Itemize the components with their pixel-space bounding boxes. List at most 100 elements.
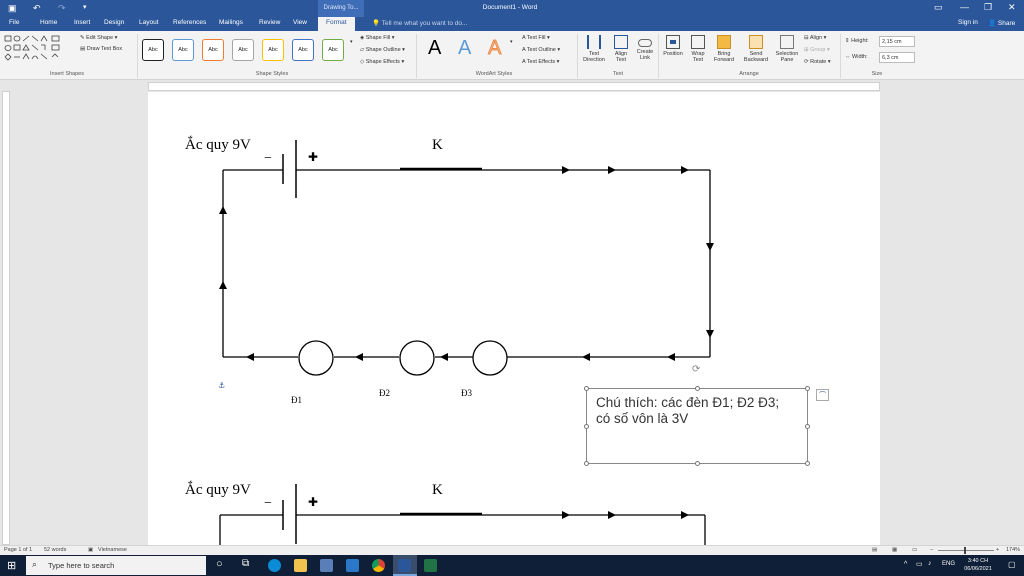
page-count[interactable]: Page 1 of 1 (4, 547, 32, 553)
layout-options-icon[interactable]: ⌒ (816, 389, 829, 401)
tab-review[interactable]: Review (259, 19, 280, 26)
tab-mailings[interactable]: Mailings (219, 19, 243, 26)
edit-shape-button[interactable]: ✎ Edit Shape ▾ (80, 35, 117, 41)
shape-style-swatch-green[interactable]: Abc (322, 39, 344, 61)
shape-fill-button[interactable]: ◈ Shape Fill ▾ (360, 35, 395, 41)
ribbon-display-icon[interactable]: ▭ (934, 2, 943, 13)
resize-handle[interactable] (584, 461, 589, 466)
taskbar-search[interactable]: ⌕ Type here to search (26, 556, 206, 575)
resize-handle[interactable] (584, 424, 589, 429)
save-icon[interactable]: ▣ (8, 3, 17, 14)
sign-in-link[interactable]: Sign in (958, 19, 978, 26)
position-button[interactable]: Position (660, 35, 686, 57)
read-mode-icon[interactable]: ▤ (872, 547, 877, 553)
wrap-text-button[interactable]: Wrap Text (686, 35, 710, 63)
resize-handle[interactable] (805, 461, 810, 466)
taskbar-clock[interactable]: 3:40 CH 06/06/2021 (958, 557, 998, 573)
excel-icon[interactable] (424, 559, 437, 572)
notifications-icon[interactable]: ▢ (1008, 560, 1016, 569)
tab-home[interactable]: Home (40, 19, 57, 26)
height-input[interactable]: 2,15 cm (879, 36, 915, 47)
task-view-icon[interactable]: ⧉ (242, 558, 249, 569)
document-page[interactable]: ⚓ Ắc quy 9V K − ✚ Đ1 Đ2 Đ3 Ắc quy 9V K −… (148, 92, 880, 545)
align-text-button[interactable]: Align Text (610, 35, 632, 63)
input-language[interactable]: ENG (942, 561, 955, 567)
undo-icon[interactable]: ↶ (33, 3, 41, 14)
print-layout-icon[interactable]: ▦ (892, 547, 897, 553)
tab-format[interactable]: Format (318, 17, 355, 31)
gallery-more-icon[interactable]: ▾ (350, 39, 353, 45)
store-icon[interactable] (320, 559, 333, 572)
send-backward-label: Send Backward (743, 51, 769, 63)
wordart-style-blue[interactable]: A (458, 37, 471, 60)
shape-style-swatch-black[interactable]: Abc (142, 39, 164, 61)
rotate-button[interactable]: ⟳ Rotate ▾ (804, 59, 831, 65)
mail-icon[interactable] (346, 559, 359, 572)
zoom-in-icon[interactable]: + (996, 547, 999, 553)
wordart-style-black[interactable]: A (428, 37, 441, 60)
tab-references[interactable]: References (173, 19, 206, 26)
horizontal-ruler[interactable] (148, 82, 880, 91)
caption-text[interactable]: Chú thích: các đèn Đ1; Đ2 Đ3; có số vôn … (596, 395, 796, 427)
text-fill-button[interactable]: A Text Fill ▾ (522, 35, 550, 41)
resize-handle[interactable] (805, 386, 810, 391)
wordart-style-orange[interactable]: A (488, 37, 502, 60)
draw-text-box-button[interactable]: ▤ Draw Text Box (80, 46, 122, 52)
caption-text-box[interactable]: Chú thích: các đèn Đ1; Đ2 Đ3; có số vôn … (584, 386, 810, 466)
shape-style-swatch-orange[interactable]: Abc (202, 39, 224, 61)
bring-forward-button[interactable]: Bring Forward (710, 35, 738, 63)
tab-file[interactable]: File (9, 19, 19, 26)
shape-outline-button[interactable]: ▱ Shape Outline ▾ (360, 47, 405, 53)
shape-effects-button[interactable]: ◇ Shape Effects ▾ (360, 59, 404, 65)
text-outline-button[interactable]: A Text Outline ▾ (522, 47, 560, 53)
restore-icon[interactable]: ❐ (984, 2, 992, 13)
share-button[interactable]: 👤 Share (988, 19, 1015, 27)
text-direction-button[interactable]: Text Direction (580, 35, 608, 63)
word-count[interactable]: 52 words (44, 547, 66, 553)
text-effects-button[interactable]: A Text Effects ▾ (522, 59, 559, 65)
language-status[interactable]: Vietnamese (98, 547, 127, 553)
tab-view[interactable]: View (293, 19, 307, 26)
group-button[interactable]: ⊞ Group ▾ (804, 47, 830, 53)
redo-icon[interactable]: ↷ (58, 3, 66, 14)
rotate-handle-icon[interactable]: ⟳ (692, 364, 700, 375)
align-button[interactable]: ⊟ Align ▾ (804, 35, 826, 41)
chrome-icon[interactable] (372, 559, 385, 572)
resize-handle[interactable] (695, 461, 700, 466)
tab-insert[interactable]: Insert (74, 19, 90, 26)
shape-style-swatch-dark-blue[interactable]: Abc (292, 39, 314, 61)
width-input[interactable]: 6,3 cm (879, 52, 915, 63)
tab-design[interactable]: Design (104, 19, 124, 26)
proofing-icon[interactable]: ▣ (88, 547, 93, 553)
resize-handle[interactable] (584, 386, 589, 391)
minimize-icon[interactable]: — (960, 2, 969, 12)
anchor-icon[interactable]: ⚓ (218, 381, 225, 390)
tell-me-search[interactable]: 💡 Tell me what you want to do... (372, 19, 467, 27)
zoom-out-icon[interactable]: − (930, 547, 933, 553)
vertical-ruler[interactable] (2, 91, 10, 545)
edge-icon[interactable] (268, 559, 281, 572)
zoom-slider[interactable] (938, 550, 994, 551)
tab-layout[interactable]: Layout (139, 19, 159, 26)
shape-style-swatch-gray[interactable]: Abc (232, 39, 254, 61)
create-link-button[interactable]: Create Link (634, 35, 656, 61)
network-icon[interactable]: ▭ (916, 560, 923, 568)
selection-pane-button[interactable]: Selection Pane (773, 35, 801, 63)
zoom-slider-thumb[interactable] (964, 547, 966, 554)
volume-icon[interactable]: ♪ (928, 560, 932, 567)
shape-style-swatch-gold[interactable]: Abc (262, 39, 284, 61)
file-explorer-icon[interactable] (294, 559, 307, 572)
resize-handle[interactable] (805, 424, 810, 429)
cortana-icon[interactable]: ○ (216, 558, 223, 570)
web-layout-icon[interactable]: ▭ (912, 547, 917, 553)
tray-overflow-icon[interactable]: ^ (904, 561, 907, 568)
windows-start-icon[interactable]: ⊞ (7, 559, 16, 572)
zoom-level[interactable]: 174% (1006, 547, 1020, 553)
resize-handle[interactable] (695, 386, 700, 391)
wordart-more-icon[interactable]: ▾ (510, 39, 513, 45)
customize-toolbar-icon[interactable]: ▾ (83, 3, 87, 11)
shapes-gallery[interactable] (4, 35, 74, 67)
close-icon[interactable]: ✕ (1008, 2, 1016, 13)
shape-style-swatch-blue[interactable]: Abc (172, 39, 194, 61)
send-backward-button[interactable]: Send Backward (741, 35, 771, 63)
